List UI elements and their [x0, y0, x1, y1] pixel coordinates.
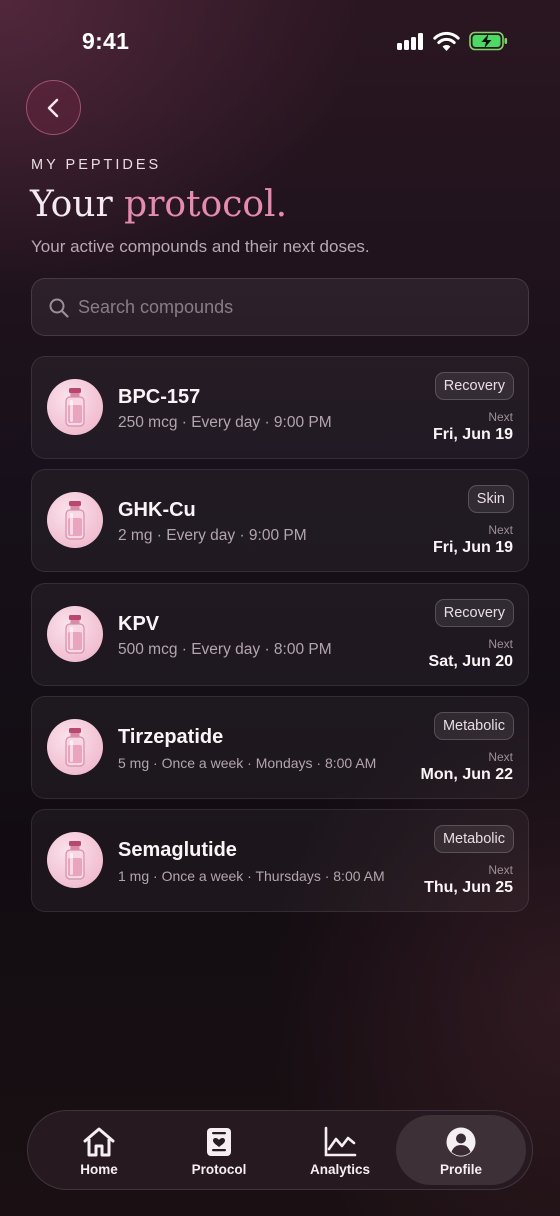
search-input[interactable] — [78, 279, 508, 335]
compound-schedule: 1 mg · Once a week · Thursdays · 8:00 AM — [118, 868, 385, 884]
next-dose-date: Sat, Jun 20 — [428, 653, 513, 670]
next-dose-date: Fri, Jun 19 — [432, 426, 513, 443]
category-tag: Skin — [467, 485, 514, 513]
tab-profile[interactable]: Profile — [396, 1115, 526, 1185]
tab-label: Protocol — [191, 1162, 247, 1177]
compound-card-tirzepatide[interactable]: Tirzepatide 5 mg · Once a week · Mondays… — [31, 696, 529, 799]
chevron-left-icon — [47, 98, 58, 117]
category-tag: Recovery — [434, 599, 514, 627]
vial-icon — [47, 606, 103, 662]
protocol-icon — [207, 1128, 231, 1156]
next-dose-label: Next — [488, 637, 513, 651]
wifi-icon — [433, 31, 460, 51]
analytics-icon — [324, 1126, 357, 1157]
compound-name: GHK-Cu — [118, 499, 196, 521]
profile-icon — [446, 1127, 476, 1157]
next-dose-label: Next — [488, 410, 513, 424]
cellular-signal-icon — [397, 33, 425, 50]
compound-name: Semaglutide — [118, 839, 237, 861]
tab-home[interactable]: Home — [34, 1115, 164, 1185]
category-tag: Metabolic — [433, 712, 514, 740]
next-dose-label: Next — [488, 523, 513, 537]
compound-schedule: 250 mcg · Every day · 9:00 PM — [118, 414, 332, 431]
search-icon — [49, 298, 69, 318]
compound-schedule: 5 mg · Once a week · Mondays · 8:00 AM — [118, 755, 377, 771]
page-title: Your protocol. — [30, 184, 287, 225]
bottom-tab-bar: Home Protocol Analytics Profile — [27, 1110, 533, 1190]
status-time: 9:41 — [82, 28, 130, 54]
next-dose-date: Fri, Jun 19 — [432, 539, 513, 556]
tab-label: Profile — [439, 1162, 482, 1177]
vial-icon — [47, 379, 103, 435]
home-icon — [83, 1127, 115, 1157]
vial-icon — [47, 492, 103, 548]
vial-icon — [47, 719, 103, 775]
tab-label: Analytics — [309, 1162, 371, 1177]
protocol-screen: 9:41 MY PEPTIDES Your protocol. Your act… — [0, 0, 560, 1216]
back-button[interactable] — [26, 80, 81, 135]
compound-name: BPC-157 — [118, 386, 201, 408]
tab-protocol[interactable]: Protocol — [154, 1115, 284, 1185]
compound-card-ghk-cu[interactable]: GHK-Cu 2 mg · Every day · 9:00 PM Skin N… — [31, 469, 529, 572]
compound-card-bpc-157[interactable]: BPC-157 250 mcg · Every day · 9:00 PM Re… — [31, 356, 529, 459]
compound-name: Tirzepatide — [118, 726, 224, 748]
compound-schedule: 500 mcg · Every day · 8:00 PM — [118, 641, 332, 658]
compound-schedule: 2 mg · Every day · 9:00 PM — [118, 527, 307, 544]
compound-name: KPV — [118, 613, 160, 635]
next-dose-date: Thu, Jun 25 — [424, 879, 513, 896]
section-eyebrow: MY PEPTIDES — [31, 157, 162, 173]
next-dose-label: Next — [488, 863, 513, 877]
next-dose-date: Mon, Jun 22 — [420, 766, 513, 783]
status-bar: 9:41 — [0, 0, 560, 84]
tab-label: Home — [80, 1162, 118, 1177]
compound-card-kpv[interactable]: KPV 500 mcg · Every day · 8:00 PM Recove… — [31, 583, 529, 686]
category-tag: Recovery — [434, 372, 514, 400]
next-dose-label: Next — [488, 750, 513, 764]
page-subtitle: Your active compounds and their next dos… — [31, 237, 370, 256]
category-tag: Metabolic — [433, 825, 514, 853]
tab-analytics[interactable]: Analytics — [275, 1115, 405, 1185]
vial-icon — [47, 832, 103, 888]
search-bar[interactable] — [31, 278, 529, 336]
battery-charging-icon — [469, 31, 508, 51]
title-plain: Your — [30, 184, 125, 225]
title-accent: protocol. — [124, 184, 288, 225]
compound-card-semaglutide[interactable]: Semaglutide 1 mg · Once a week · Thursda… — [31, 809, 529, 912]
